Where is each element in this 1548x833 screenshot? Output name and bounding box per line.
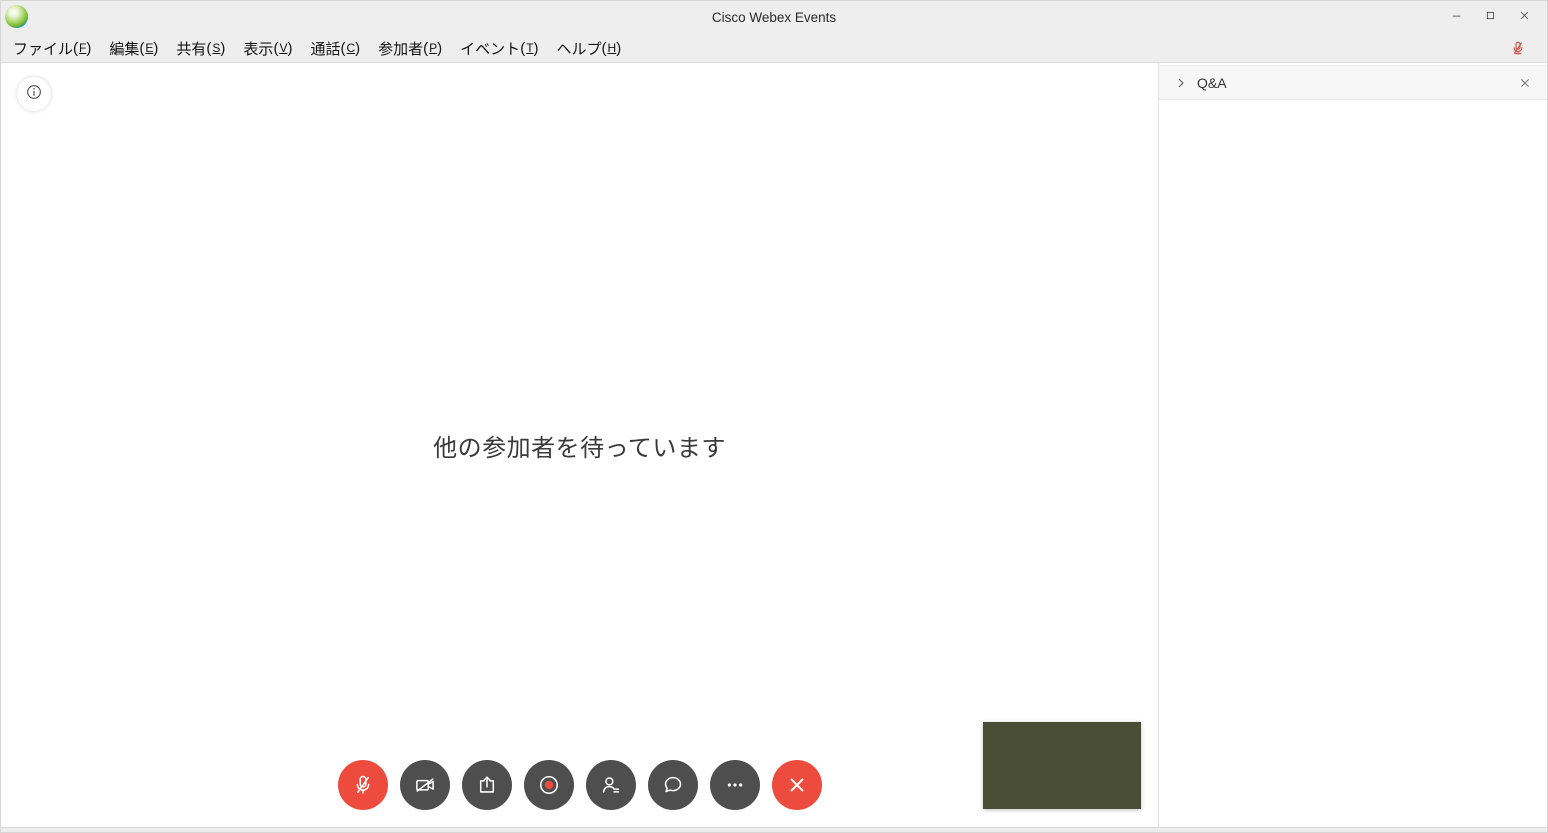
mic-muted-icon <box>1509 38 1527 58</box>
window-controls <box>1439 1 1541 34</box>
participants-icon <box>598 772 624 798</box>
chat-button[interactable] <box>648 760 698 810</box>
share-content-button[interactable] <box>462 760 512 810</box>
waiting-message-wrap: 他の参加者を待っています <box>1 63 1158 827</box>
menu-item-h[interactable]: ヘルプ(H) <box>548 34 631 62</box>
content-row: 他の参加者を待っています Q&A <box>1 63 1547 827</box>
menu-bar: ファイル(F)編集(E)共有(S)表示(V)通話(C)参加者(P)イベント(T)… <box>1 34 1547 63</box>
qa-collapse-button[interactable] <box>1173 75 1189 91</box>
start-video-button[interactable] <box>400 760 450 810</box>
qa-panel-title: Q&A <box>1197 75 1227 91</box>
leave-icon <box>784 772 810 798</box>
record-button[interactable] <box>524 760 574 810</box>
title-bar: Cisco Webex Events <box>1 1 1547 34</box>
qa-panel-header: Q&A <box>1159 65 1547 100</box>
webex-events-window: Cisco Webex Events ファイル(F)編集(E)共有(S)表示(V… <box>0 0 1548 833</box>
menu-item-e[interactable]: 編集(E) <box>100 34 167 62</box>
participants-button[interactable] <box>586 760 636 810</box>
minimize-icon <box>1449 8 1464 28</box>
more-options-button[interactable] <box>710 760 760 810</box>
menu-item-f[interactable]: ファイル(F) <box>4 34 100 62</box>
chevron-right-icon <box>1173 75 1189 91</box>
close-window-button[interactable] <box>1507 1 1541 34</box>
qa-panel-body <box>1159 100 1547 827</box>
menu-item-v[interactable]: 表示(V) <box>234 34 301 62</box>
chat-icon <box>660 772 686 798</box>
maximize-icon <box>1483 8 1498 28</box>
menu-item-p[interactable]: 参加者(P) <box>369 34 451 62</box>
window-bottom-edge <box>1 827 1547 832</box>
meeting-main-area: 他の参加者を待っています <box>1 63 1159 827</box>
minimize-button[interactable] <box>1439 1 1473 34</box>
qa-close-button[interactable] <box>1517 75 1533 91</box>
unmute-microphone-button[interactable] <box>338 760 388 810</box>
menu-item-t[interactable]: イベント(T) <box>451 34 547 62</box>
menu-bar-items: ファイル(F)編集(E)共有(S)表示(V)通話(C)参加者(P)イベント(T)… <box>4 34 630 62</box>
menu-item-s[interactable]: 共有(S) <box>167 34 234 62</box>
share-icon <box>474 772 500 798</box>
record-icon <box>536 772 562 798</box>
self-video-thumbnail[interactable] <box>983 722 1141 809</box>
close-icon <box>1517 75 1533 91</box>
close-icon <box>1517 8 1532 28</box>
qa-panel: Q&A <box>1159 63 1547 827</box>
window-title: Cisco Webex Events <box>1 10 1547 25</box>
waiting-message: 他の参加者を待っています <box>433 428 726 463</box>
camera-off-icon <box>412 772 438 798</box>
webex-logo-icon <box>5 5 28 28</box>
leave-event-button[interactable] <box>772 760 822 810</box>
mic-off-icon <box>350 772 376 798</box>
more-icon <box>722 772 748 798</box>
menu-item-c[interactable]: 通話(C) <box>301 34 369 62</box>
maximize-button[interactable] <box>1473 1 1507 34</box>
